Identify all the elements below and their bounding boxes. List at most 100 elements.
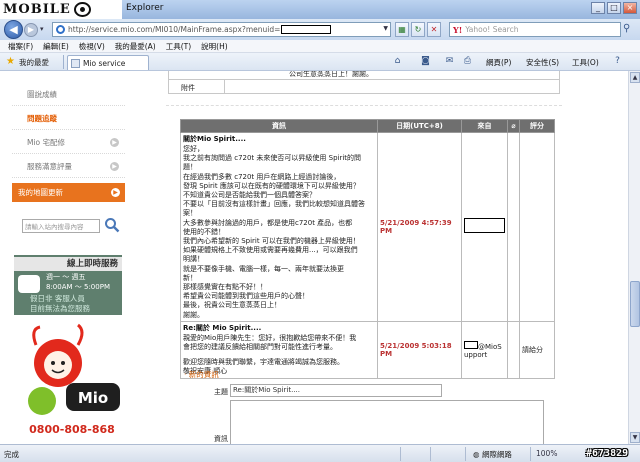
mio-mascot-banner[interactable]: Mio 0800-808-868 bbox=[16, 323, 131, 441]
menu-tools[interactable]: 工具(T) bbox=[166, 41, 191, 52]
table-row: 關於Mio Spirit.... 您好， 我之前有詢問過 c720t 未來使否可… bbox=[180, 132, 555, 322]
rate-link[interactable]: 請給分 bbox=[519, 320, 555, 379]
url-text: http://service.mio.com/MI010/MainFrame.a… bbox=[68, 25, 281, 34]
message-line: 題！ bbox=[183, 163, 197, 172]
home-icon[interactable]: ⌂ bbox=[392, 56, 403, 67]
service-note: 目前無法為您服務 bbox=[30, 304, 90, 313]
sidebar-item-label: 圖說成績 bbox=[27, 89, 57, 99]
menu-favorites[interactable]: 我的最愛(A) bbox=[115, 41, 156, 52]
message-line: 歡迎您隨時與我們聯繫，宇達電通將竭誠為您服務。 bbox=[183, 358, 344, 367]
body-row: 資訊 bbox=[208, 400, 544, 444]
message-line: 您好， bbox=[183, 145, 204, 153]
scroll-up-icon[interactable]: ▲ bbox=[630, 72, 640, 83]
column-header-info: 資訊 bbox=[180, 119, 378, 133]
close-button[interactable]: × bbox=[623, 2, 637, 14]
compat-view-button[interactable]: ▦ bbox=[395, 22, 409, 37]
menu-edit[interactable]: 編輯(E) bbox=[43, 41, 69, 52]
scroll-thumb[interactable] bbox=[630, 281, 640, 327]
menu-help[interactable]: 說明(H) bbox=[201, 41, 228, 52]
sidebar-item-label: 我的地圖更新 bbox=[18, 188, 63, 197]
maximize-button[interactable]: □ bbox=[607, 2, 621, 14]
headset-icon bbox=[18, 275, 40, 293]
safety-menu[interactable]: 安全性(S) bbox=[526, 57, 559, 68]
search-icon[interactable]: ⚲ bbox=[623, 23, 630, 34]
url-dropdown-icon[interactable]: ▼ bbox=[383, 25, 388, 32]
favorites-button[interactable]: 我的最愛 bbox=[19, 57, 49, 68]
message-line: 案！ bbox=[183, 209, 197, 218]
sidebar-item-map-update[interactable]: 我的地圖更新 ▶ bbox=[12, 183, 125, 202]
subject-row: 主題 Re:關於Mio Spirit.... bbox=[208, 384, 544, 398]
menu-bar: 檔案(F) 編輯(E) 檢視(V) 我的最愛(A) 工具(T) 說明(H) bbox=[0, 40, 640, 53]
message-title: 關於Mio Spirit.... bbox=[183, 135, 246, 143]
search-input[interactable]: Y! Yahoo! Search bbox=[449, 22, 621, 37]
mail-icon[interactable]: ✉ bbox=[444, 56, 455, 67]
message-line: 發現 Spirit 應該可以在既有的硬體環境下可以昇級使用？ bbox=[183, 181, 360, 190]
sidebar-item-photo-results[interactable]: 圖說成績 bbox=[12, 83, 125, 106]
paperclip-icon: ⌀ bbox=[511, 122, 516, 130]
vertical-scrollbar[interactable]: ▲ ▼ bbox=[628, 71, 640, 444]
message-attachment bbox=[507, 320, 520, 379]
tools-menu[interactable]: 工具(O) bbox=[572, 57, 599, 68]
body-textarea[interactable] bbox=[230, 400, 544, 444]
refresh-button[interactable]: ↻ bbox=[411, 22, 425, 37]
globe-icon: ◍ bbox=[473, 450, 482, 459]
page-menu[interactable]: 網頁(P) bbox=[486, 57, 511, 68]
security-zone[interactable]: ◍ 網際網路 bbox=[473, 449, 512, 460]
scroll-down-icon[interactable]: ▼ bbox=[630, 432, 640, 443]
forward-button[interactable]: ▶ bbox=[24, 23, 38, 37]
favorites-bar: ★ 我的最愛 Mio service ⌂ ◙ ✉ ⎙ 網頁(P) 安全性(S) … bbox=[0, 53, 640, 71]
sidebar: 圖說成績 問題追蹤 Mio 宅配修 ▶ 服務滿意評量 ▶ 我的地圖更新 ▶ 請輸… bbox=[12, 71, 126, 444]
message-title: Re:關於 Mio Spirit.... bbox=[183, 323, 262, 332]
help-icon[interactable]: ? bbox=[612, 56, 623, 67]
search-icon[interactable] bbox=[104, 217, 120, 233]
menu-file[interactable]: 檔案(F) bbox=[8, 41, 33, 52]
service-title: 線上即時服務 bbox=[14, 257, 122, 271]
column-header-date: 日期(UTC+8) bbox=[377, 119, 462, 133]
live-service-banner[interactable]: 線上即時服務 週一 ～ 週五 8:00AM ～ 5:00PM 假日非 客服人員 … bbox=[14, 255, 122, 315]
sidebar-item-label: 問題追蹤 bbox=[27, 113, 57, 123]
logo-eye-icon bbox=[73, 2, 91, 17]
page-icon bbox=[71, 58, 80, 68]
print-icon[interactable]: ⎙ bbox=[462, 56, 473, 67]
chevron-right-icon: ▶ bbox=[111, 188, 120, 197]
history-dropdown[interactable]: ▾ bbox=[40, 25, 44, 33]
image-watermark: #673829 bbox=[586, 448, 629, 459]
title-bar: MOBILE Explorer _ □ × bbox=[0, 0, 640, 19]
sidebar-item-satisfaction[interactable]: 服務滿意評量 ▶ bbox=[12, 155, 125, 178]
zoom-level[interactable]: 100% bbox=[536, 449, 557, 458]
sidebar-item-home-repair[interactable]: Mio 宅配修 ▶ bbox=[12, 131, 125, 154]
message-line: 明講！ bbox=[183, 255, 204, 264]
stop-button[interactable]: ✕ bbox=[427, 22, 441, 37]
message-rating bbox=[519, 132, 555, 322]
favorites-star-icon[interactable]: ★ bbox=[6, 56, 15, 67]
mascot-brand: Mio bbox=[78, 389, 108, 407]
site-search-input[interactable]: 請輸入站內搜尋內容 bbox=[22, 219, 100, 233]
back-button[interactable]: ◀ bbox=[4, 20, 23, 39]
sidebar-item-label: 服務滿意評量 bbox=[27, 161, 72, 171]
message-line: 在經過我們多數 c720t 用戶在網路上經過討論後， bbox=[183, 172, 341, 181]
subject-input[interactable]: Re:關於Mio Spirit.... bbox=[230, 384, 442, 397]
message-line: 我之前有詢問過 c720t 未來使否可以昇級使用 Spirit的問 bbox=[183, 154, 362, 163]
tab-mio-service[interactable]: Mio service bbox=[67, 55, 149, 70]
message-date: 5/21/2009 4:57:39 PM bbox=[377, 132, 462, 322]
minimize-button[interactable]: _ bbox=[591, 2, 605, 14]
previous-reply-row: 公司生意蒸蒸日上！謝謝。 bbox=[168, 71, 560, 80]
column-header-from: 來自 bbox=[461, 119, 508, 133]
sidebar-item-issue-tracking[interactable]: 問題追蹤 bbox=[12, 107, 125, 130]
attachment-row: 附件 bbox=[168, 80, 560, 94]
body-label: 資訊 bbox=[214, 435, 228, 443]
chevron-right-icon: ▶ bbox=[110, 137, 119, 147]
status-bar: 完成 ◍ 網際網路 100% #673829 bbox=[0, 444, 640, 462]
message-line: 大多數參與討論過的用戶，都是使用c720t 產品，也都 bbox=[183, 218, 353, 227]
feeds-icon[interactable]: ◙ bbox=[420, 56, 431, 67]
sidebar-item-label: Mio 宅配修 bbox=[27, 137, 66, 147]
search-placeholder: Yahoo! Search bbox=[465, 25, 519, 34]
message-line: 會把您的建議反饋給相關部門對可能性進行考量。 bbox=[183, 343, 337, 352]
message-line: 如果硬體規格上不致使用或需要再幾費用...，可以跟我們 bbox=[183, 246, 358, 255]
service-days: 週一 ～ 週五 bbox=[46, 273, 86, 281]
menu-view[interactable]: 檢視(V) bbox=[79, 41, 105, 52]
main-panel: 公司生意蒸蒸日上！謝謝。 附件 資訊 日期(UTC+8) 來自 ⌀ 評分 關於M… bbox=[166, 71, 562, 444]
message-line: 新！ bbox=[183, 273, 197, 282]
message-line: 不要以「目前沒有這樣計畫」回應，我們比較想知道具體答 bbox=[183, 200, 365, 209]
url-input[interactable]: http://service.mio.com/MI010/MainFrame.a… bbox=[52, 22, 391, 37]
